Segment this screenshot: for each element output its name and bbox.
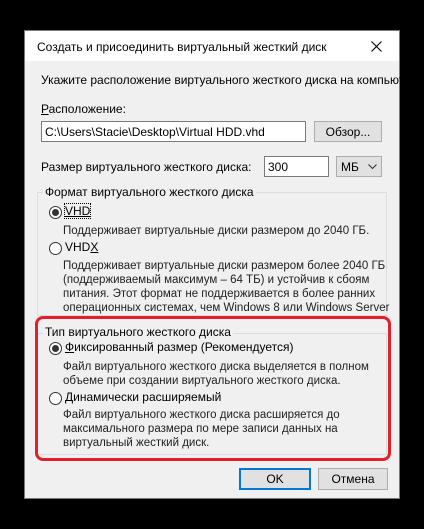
dialog-title: Создать и присоединить виртуальный жестк… [37,40,327,54]
dynamic-description: Файл виртуального жесткого диска расширя… [63,409,340,449]
dynamic-radio[interactable] [49,392,62,405]
size-unit-select[interactable]: МБ [336,156,382,177]
close-button[interactable] [353,31,399,61]
vhdx-radio[interactable] [49,242,62,255]
fixed-size-label[interactable]: Фиксированный размер (Рекомендуется) [65,340,294,354]
vhd-radio[interactable] [49,206,62,219]
location-input[interactable] [41,121,306,142]
vhd-description: Поддерживает виртуальные диски размером … [63,225,370,237]
browse-button-label: Обзор... [325,124,371,139]
browse-button[interactable]: Обзор... [314,121,382,142]
chevron-down-icon [368,163,377,169]
type-group-legend: Тип виртуального жесткого диска [43,325,233,339]
create-vhd-dialog: Создать и присоединить виртуальный жестк… [24,30,424,499]
cancel-button-label: Отмена [331,472,375,486]
fixed-size-radio[interactable] [49,342,62,355]
fixed-size-description: Файл виртуального жесткого диска выделяе… [63,361,369,387]
vhd-label[interactable]: VHD [63,203,92,219]
size-label: Размер виртуального жесткого диска: [41,160,252,174]
format-group-legend: Формат виртуального жесткого диска [43,185,256,199]
instruction-text: Укажите расположение виртуального жестко… [41,73,424,87]
size-input[interactable] [264,156,329,177]
location-label: Расположение: [41,102,126,116]
vhdx-label[interactable]: VHDX [65,240,98,254]
size-unit-value: МБ [341,159,359,174]
dynamic-label[interactable]: Динамически расширяемый [65,390,221,404]
cancel-button[interactable]: Отмена [318,468,388,490]
ok-button-label: OK [266,472,284,486]
vhdx-description: Поддерживает виртуальные диски размером … [63,260,390,314]
close-icon [370,40,382,52]
title-bar: Создать и присоединить виртуальный жестк… [25,31,399,61]
ok-button[interactable]: OK [239,468,311,490]
